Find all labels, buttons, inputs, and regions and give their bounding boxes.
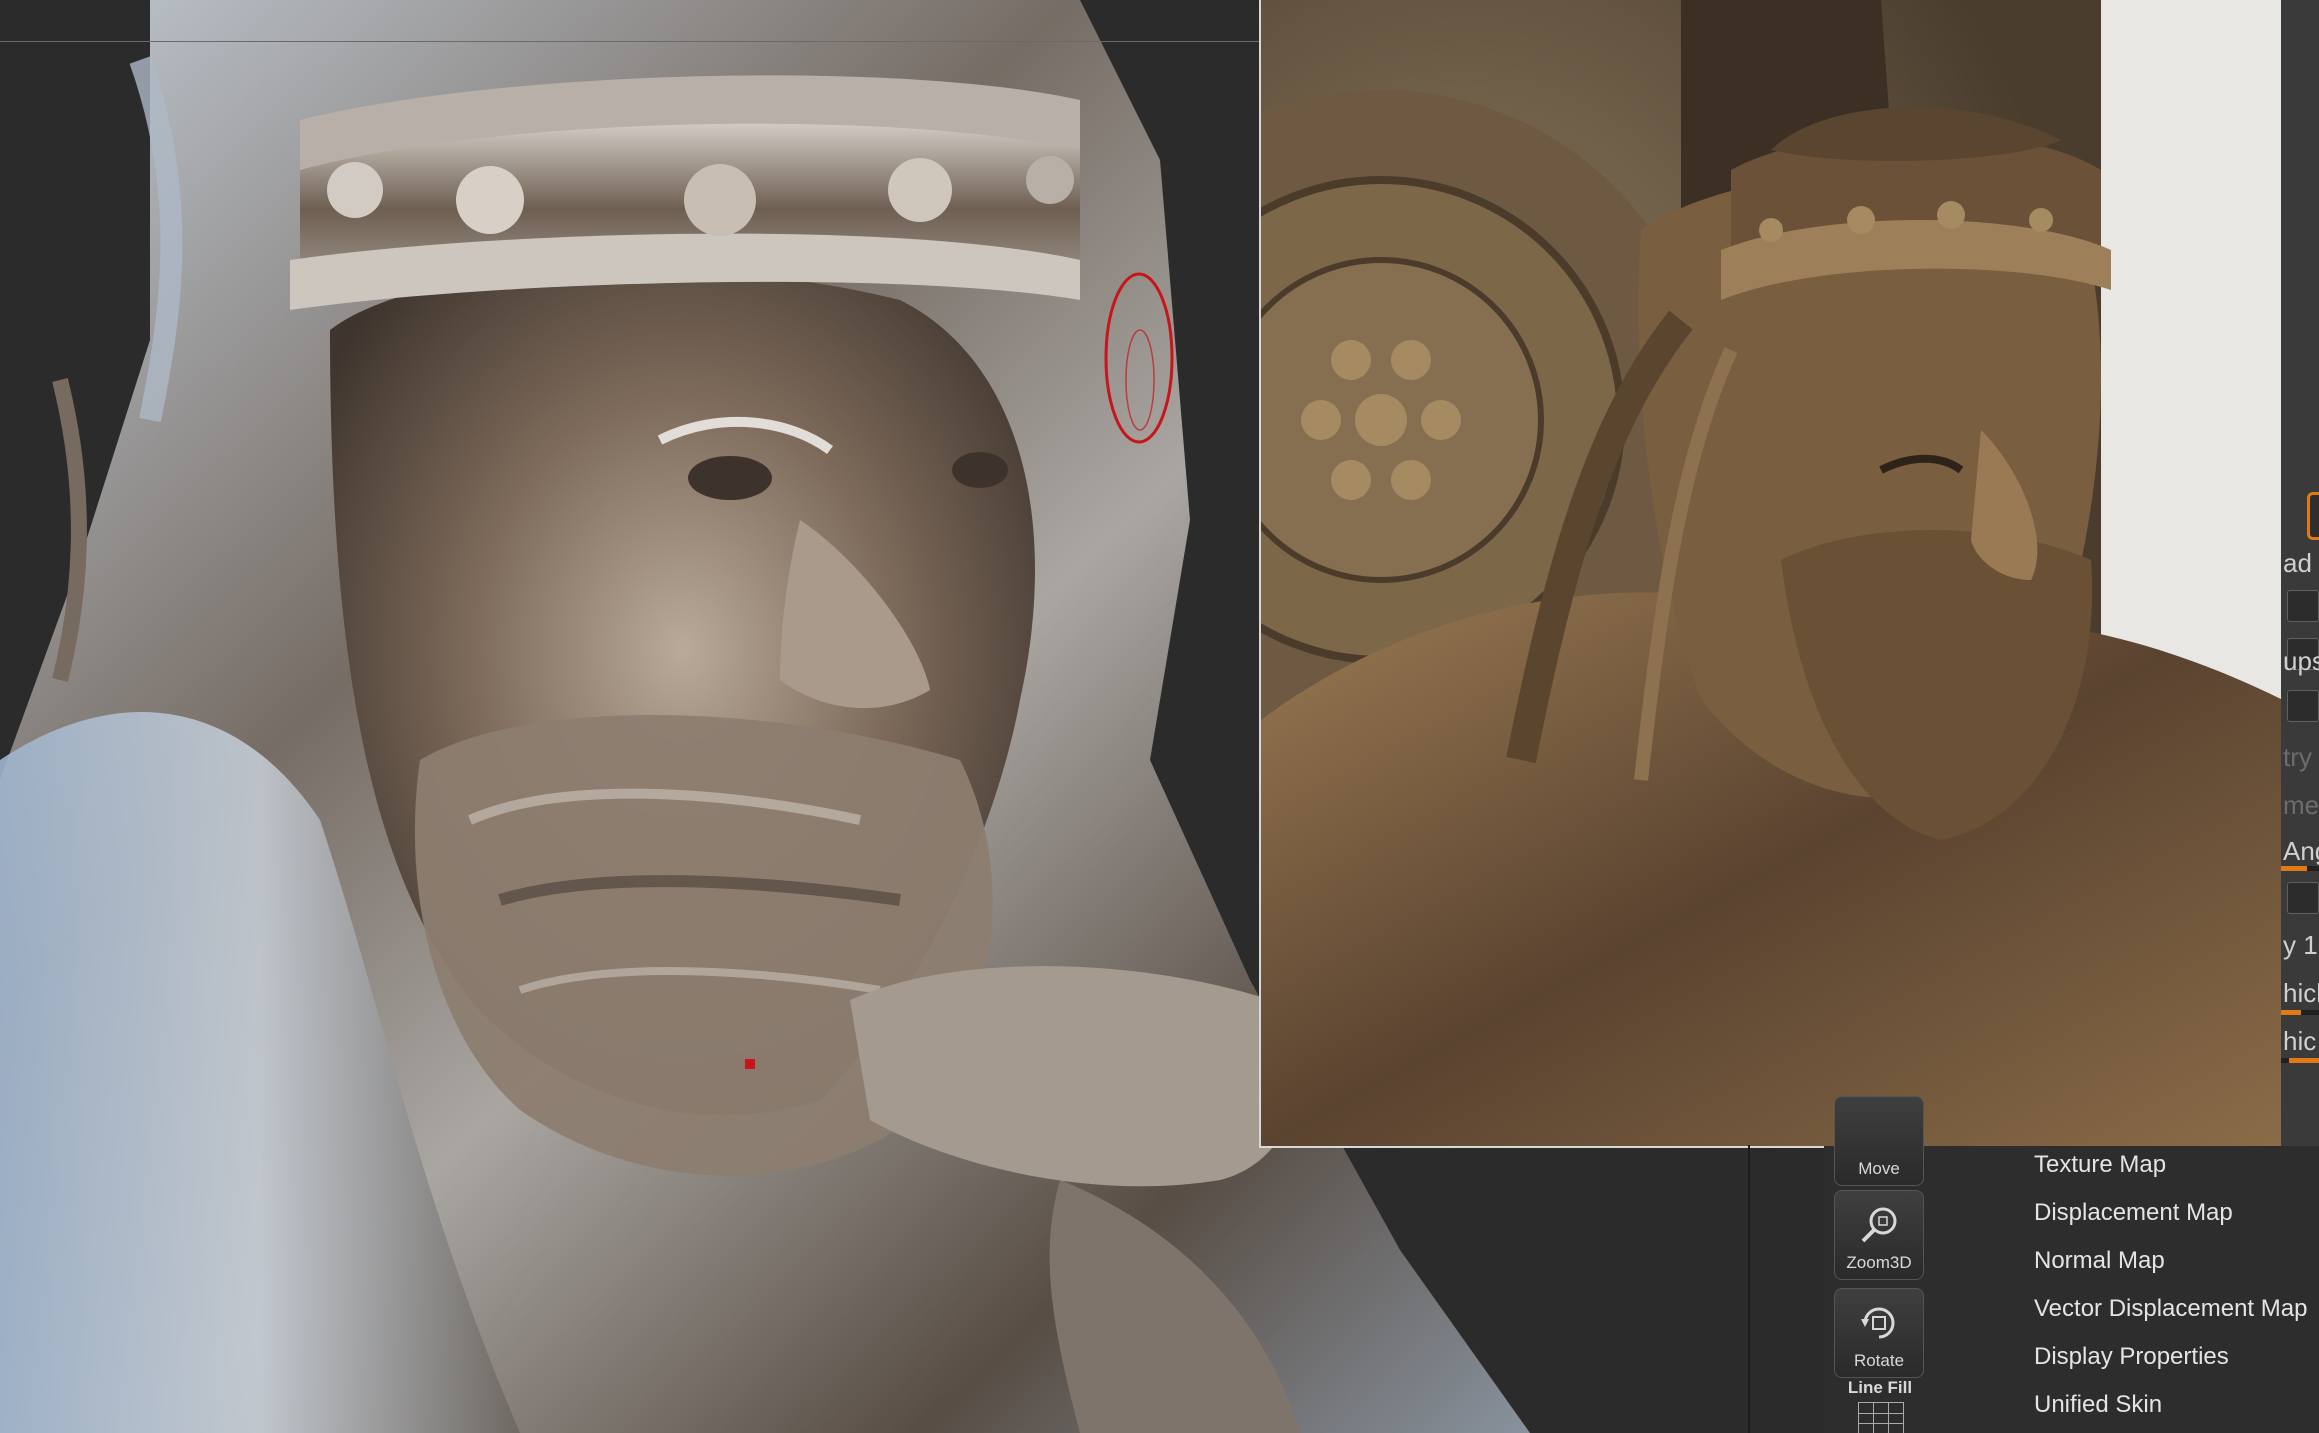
move-button[interactable]: Move (1834, 1096, 1924, 1186)
menu-item-vector-displacement-map[interactable]: Vector Displacement Map (2034, 1295, 2307, 1323)
move-label: Move (1858, 1159, 1900, 1178)
line-fill-button[interactable] (1858, 1402, 1904, 1433)
zoom3d-label: Zoom3D (1846, 1253, 1912, 1272)
edge-button-1[interactable] (2287, 590, 2319, 622)
edge-label-hick: hick (2283, 978, 2319, 1008)
edge-label-hic: hic (2283, 1026, 2317, 1056)
thickness-slider-2[interactable] (2281, 1058, 2319, 1063)
menu-item-unified-skin[interactable]: Unified Skin (2034, 1391, 2162, 1419)
tool-palette-edge: ad ups try met Ang y 16 hick hic (2281, 0, 2319, 1146)
reference-image (1259, 0, 2285, 1148)
line-fill-label: Line Fill (1847, 1378, 1913, 1397)
edge-label-ang: Ang (2283, 836, 2319, 866)
thickness-slider[interactable] (2281, 1010, 2319, 1015)
edge-label-try: try (2283, 742, 2312, 772)
rotate-button[interactable]: Rotate (1834, 1288, 1924, 1378)
angle-slider[interactable] (2281, 866, 2319, 871)
nav-buttons: Move Zoom3D Rotate Line Fill (1824, 1096, 1934, 1433)
zoom3d-button[interactable]: Zoom3D (1834, 1190, 1924, 1280)
zbrush-window: ad ups try met Ang y 16 hick hic Move Zo… (0, 0, 2319, 1433)
bronze-bust-photo (1261, 0, 2283, 1146)
rotate-icon (1861, 1307, 1895, 1339)
edge-button-4[interactable] (2287, 882, 2319, 914)
transpose-marker-icon (745, 1059, 755, 1069)
menu-item-texture-map[interactable]: Texture Map (2034, 1151, 2166, 1179)
active-toggle-icon[interactable] (2307, 492, 2319, 540)
edge-label-ups: ups (2283, 646, 2319, 676)
panel-divider (1748, 1145, 1750, 1433)
edge-label-ad: ad (2283, 548, 2312, 578)
edge-label-y16: y 16 (2283, 930, 2319, 960)
viewport-guide-line (0, 41, 1262, 42)
tool-subpalette-list: Texture Map Displacement Map Normal Map … (1934, 1146, 2319, 1433)
magnifier-icon (1861, 1207, 1897, 1243)
menu-item-display-properties[interactable]: Display Properties (2034, 1343, 2229, 1371)
edge-button-3[interactable] (2287, 690, 2319, 722)
rotate-label: Rotate (1853, 1351, 1905, 1370)
edge-label-met: met (2283, 790, 2319, 820)
menu-item-normal-map[interactable]: Normal Map (2034, 1247, 2165, 1275)
menu-item-displacement-map[interactable]: Displacement Map (2034, 1199, 2233, 1227)
